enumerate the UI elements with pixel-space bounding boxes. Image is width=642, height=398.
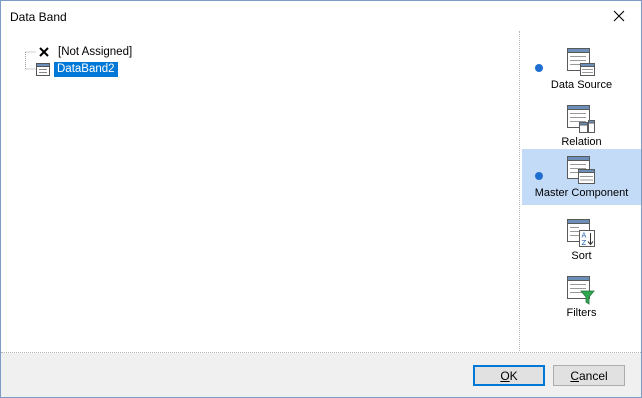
relation-icon: [567, 105, 595, 133]
tree-item-not-assigned[interactable]: [Not Assigned]: [36, 44, 135, 60]
data-band-dialog: Data Band [Not Assigned] DataBand2 Data …: [0, 0, 642, 398]
selection-marker-dot: [535, 172, 543, 180]
window-title: Data Band: [10, 10, 67, 24]
sidebar-item-relation[interactable]: Relation: [522, 98, 641, 154]
title-bar: Data Band: [1, 1, 641, 31]
close-icon: [613, 10, 625, 22]
selection-marker-dot: [535, 64, 543, 72]
relation-type-sidebar: Data Source Relation Master Component A …: [520, 31, 641, 351]
sidebar-item-label: Filters: [566, 307, 597, 319]
cancel-button[interactable]: Cancel: [553, 365, 625, 386]
ok-label-rest: K: [509, 368, 518, 383]
sidebar-item-label: Master Component: [534, 187, 629, 199]
tree-item-databand2[interactable]: DataBand2: [36, 61, 118, 77]
databand-icon: [36, 62, 50, 76]
tree-item-label: DataBand2: [54, 61, 118, 77]
ok-button[interactable]: OK: [473, 365, 545, 386]
close-button[interactable]: [597, 1, 641, 31]
sidebar-item-filters[interactable]: Filters: [522, 269, 641, 325]
dialog-content: [Not Assigned] DataBand2 Data Source Rel…: [1, 31, 641, 397]
x-mark-icon: [39, 47, 49, 57]
svg-text:Z: Z: [582, 239, 587, 247]
sidebar-item-label: Relation: [561, 136, 602, 148]
cancel-label-rest: ancel: [578, 368, 608, 383]
dialog-footer: OK Cancel: [1, 353, 641, 397]
filter-icon: [567, 276, 595, 305]
sidebar-item-master-component[interactable]: Master Component: [522, 149, 641, 205]
data-source-icon: [567, 48, 595, 76]
sidebar-item-sort[interactable]: A Z Sort: [522, 212, 641, 268]
cancel-mnemonic: C: [570, 368, 579, 383]
sidebar-item-label: Sort: [571, 250, 592, 262]
ok-mnemonic: O: [500, 368, 510, 383]
component-tree[interactable]: [Not Assigned] DataBand2: [1, 31, 519, 351]
master-component-icon: [567, 156, 595, 184]
sidebar-item-label: Data Source: [550, 79, 613, 91]
tree-item-label: [Not Assigned]: [58, 45, 133, 58]
sidebar-item-data-source[interactable]: Data Source: [522, 41, 641, 97]
sort-icon: A Z: [567, 219, 595, 247]
